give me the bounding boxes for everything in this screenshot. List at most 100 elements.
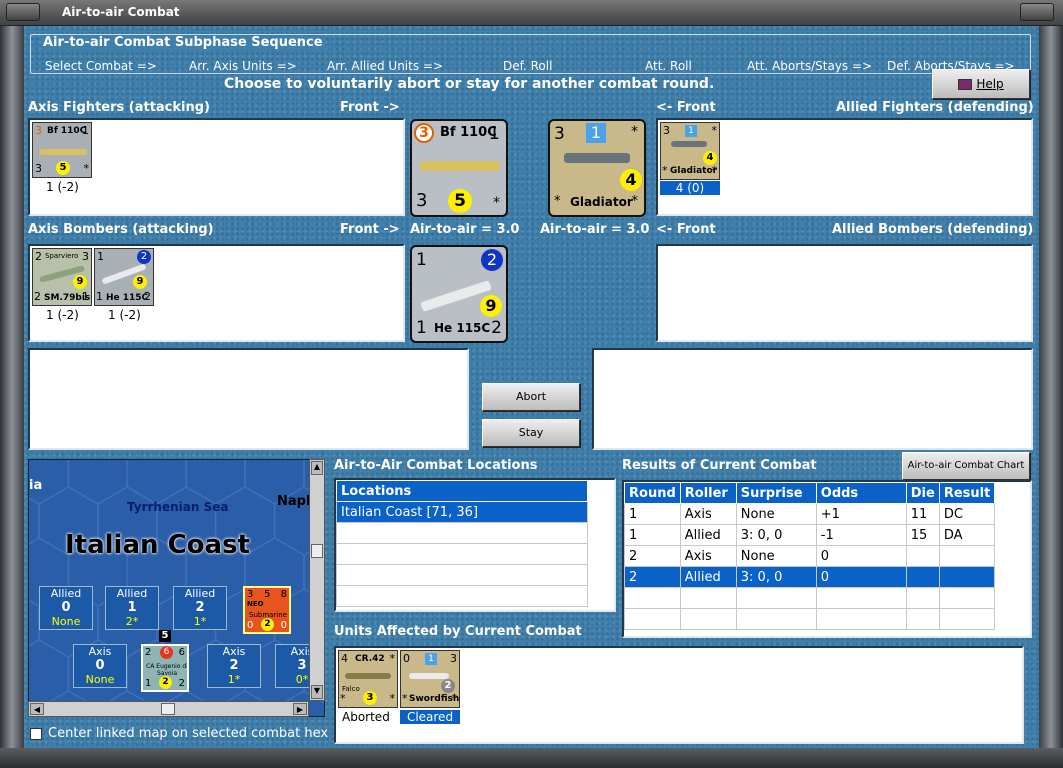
axis-hex-0[interactable]: Axis 0 None [73,644,127,688]
title-bar[interactable]: Air-to-air Combat [0,0,1063,26]
book-icon [958,79,973,90]
unit-counter-he115c[interactable]: 1 2 9 1 He 115C 2 [94,248,154,306]
hscroll-thumb[interactable] [161,703,175,715]
scroll-down-icon[interactable]: ▼ [311,685,323,699]
counter-tr: 3 [82,250,89,263]
allied-fighters-box[interactable]: 3 1 * 4 * Gladiator * 4 (0) [656,118,1033,216]
cell: 3: 0, 0 [735,524,817,546]
counter-box: 1 [425,653,437,665]
frame-left [0,26,24,768]
unit-status: 1 (-2) [108,308,141,322]
seq-step-def-roll: Def. Roll [503,59,553,73]
help-button[interactable]: Help [932,69,1030,99]
cell: DA [938,524,996,546]
seq-step-select: Select Combat => [45,59,157,73]
counter-tr: 6 [178,647,185,658]
counter-tr: 3 [450,652,457,665]
seq-step-axis: Arr. Axis Units => [189,59,297,73]
locations-header: Locations [336,480,588,502]
hex-num: 2 [229,658,239,673]
axis-fighters-box[interactable]: 3 Bf 110C 1 3 5 * 1 (-2) [28,118,405,216]
cruiser-counter[interactable]: 2 6 6 CA Eugenio di Savoia 1 2 2 [141,644,189,692]
allied-hex-0[interactable]: Allied 0 None [39,586,93,630]
cell: 1 [624,524,681,546]
hex-val: None [85,673,115,686]
unit-counter-swordfish[interactable]: 0 1 3 2 * Swordfish * [400,650,460,708]
sea-label: Tyrrhenian Sea [127,500,229,514]
counter-tl: 3 [247,589,254,600]
affected-units-box[interactable]: 4 CR.42 * Falco * 3 * Aborted 0 1 3 2 * … [334,646,1024,744]
counter-name: CR.42 [355,654,385,664]
table-row[interactable]: 1 Allied 3: 0, 0 -1 15 DA [624,524,996,546]
unit-status-selected: Cleared [400,710,460,724]
map-hscrollbar[interactable]: ◀ ▶ [28,701,309,717]
plane-icon [409,673,449,679]
empty-row [336,522,588,544]
abort-button[interactable]: Abort [482,383,580,411]
scroll-up-icon[interactable]: ▲ [311,461,323,475]
allied-bombers-box[interactable] [656,244,1033,342]
table-row[interactable]: 2 Axis None 0 [624,545,996,567]
hex-num: 0 [61,600,71,615]
counter-circle: 2 [441,679,455,693]
locations-list[interactable]: Locations Italian Coast [71, 36] [334,478,616,612]
scroll-thumb[interactable] [311,544,323,558]
axis-bombers-box[interactable]: 2 Sparviero 3 9 2 SM.79bis 1 1 (-2) 1 2 … [28,244,405,342]
allied-hex-2[interactable]: Allied 2 1* [173,586,227,630]
scroll-left-icon[interactable]: ◀ [30,703,44,715]
center-map-checkbox[interactable] [30,728,42,740]
selected-axis-fighter[interactable]: 3 Bf 110C 1 3 5 * [410,119,508,217]
counter-br: 1 [82,290,89,303]
big-br: * [493,195,500,211]
counter-circle: 5 [56,161,70,175]
counter-br: * [389,692,396,705]
linked-map[interactable]: ia Tyrrhenian Sea Napl Italian Coast All… [28,459,325,717]
unit-counter-sm79bis[interactable]: 2 Sparviero 3 9 2 SM.79bis 1 [32,248,92,306]
col-roller: Roller [679,482,737,504]
counter-bl: 1 [145,678,152,689]
big-tl: 3 [554,124,565,144]
unit-counter-cr42[interactable]: 4 CR.42 * Falco * 3 * [338,650,398,708]
scroll-right-icon[interactable]: ▶ [293,703,307,715]
table-row-selected[interactable]: 2 Allied 3: 0, 00 [624,566,996,588]
unit-counter-gladiator[interactable]: 3 1 * 4 * Gladiator * [660,122,720,180]
axis-hex-1[interactable]: Axis 2 1* [207,644,261,688]
counter-tl: 3 [35,124,42,137]
selected-axis-bomber[interactable]: 1 2 9 1 He 115C 2 [410,245,508,343]
hex-val: 1* [227,673,241,686]
window-close-button[interactable] [1020,3,1054,21]
results-grid[interactable]: Round Roller Surprise Odds Die Result 1A… [622,480,1032,638]
counter-br: 2 [178,678,185,689]
big-bl: 1 [416,318,427,338]
air-combat-chart-button[interactable]: Air-to-air Combat Chart [902,452,1030,480]
counter-bl: 3 [35,162,42,175]
map-left-label: ia [29,478,43,493]
selected-allied-fighter[interactable]: 3 1 * 4 * Gladiator * [548,119,646,217]
results-table: Round Roller Surprise Odds Die Result 1A… [624,482,996,630]
location-row[interactable]: Italian Coast [71, 36] [336,501,588,523]
counter-bl: 0 [247,620,254,631]
window-menu-button[interactable] [6,3,40,21]
map-vscrollbar[interactable]: ▲ ▼ [309,459,325,701]
big-tr: * [631,124,638,140]
unit-counter-bf110c[interactable]: 3 Bf 110C 1 3 5 * [32,122,92,178]
big-box: 1 [586,123,606,143]
allied-air-to-air: Air-to-air = 3.0 [540,222,650,237]
locations-table: Locations Italian Coast [71, 36] [336,480,588,607]
stay-button[interactable]: Stay [482,419,580,447]
region-label: Italian Coast [65,530,250,560]
allied-hex-1[interactable]: Allied 1 2* [105,586,159,630]
counter-br: * [83,162,90,175]
axis-bombers-front-label: Front -> [340,222,400,237]
counter-circle: 2 [159,676,172,689]
empty-row [624,608,996,630]
counter-bl: * [402,692,408,705]
cell: Allied [679,566,737,588]
air-combat-window: Air-to-air Combat Air-to-air Combat Subp… [0,0,1063,768]
col-die: Die [905,482,940,504]
frame-bottom [0,748,1063,768]
seq-step-att-roll: Att. Roll [645,59,692,73]
table-row[interactable]: 1 Axis None +1 11 DC [624,503,996,525]
submarine-counter[interactable]: 3 5 8 NEO Submarine 0 2 0 [243,586,291,634]
big-circle: 9 [480,295,502,317]
